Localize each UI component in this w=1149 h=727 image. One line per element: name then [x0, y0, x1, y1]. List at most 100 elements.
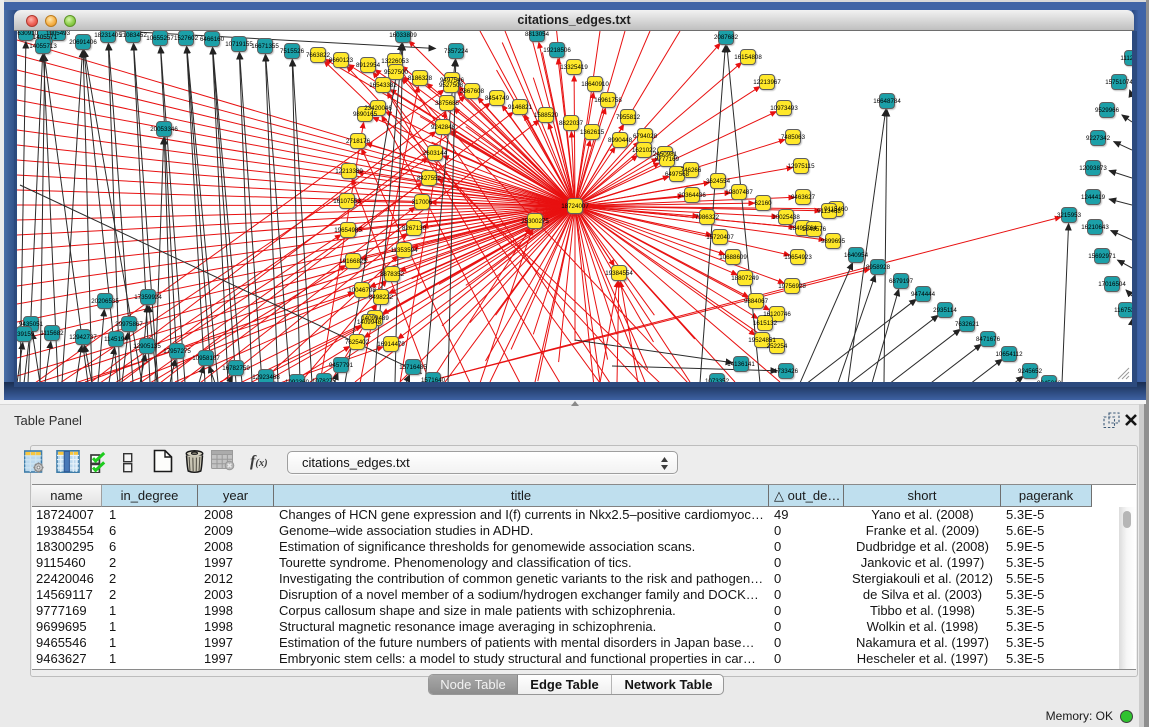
svg-text:9890165: 9890165 — [353, 111, 378, 118]
svg-text:8822037: 8822037 — [559, 120, 584, 127]
svg-text:13325419: 13325419 — [560, 64, 588, 71]
svg-text:16210643: 16210643 — [1081, 224, 1109, 231]
svg-text:12213967: 12213967 — [753, 79, 781, 86]
svg-text:1905493: 1905493 — [46, 31, 71, 37]
svg-text:1362615: 1362615 — [580, 129, 605, 136]
svg-text:16154808: 16154808 — [734, 54, 762, 61]
svg-text:1073352: 1073352 — [705, 378, 730, 382]
svg-text:10807487: 10807487 — [725, 189, 753, 196]
svg-text:9463627: 9463627 — [791, 194, 816, 201]
svg-text:10046708: 10046708 — [348, 287, 376, 294]
svg-text:16914479: 16914479 — [377, 341, 405, 348]
svg-text:16120746: 16120746 — [763, 311, 791, 318]
svg-text:1849576: 1849576 — [802, 226, 827, 233]
svg-text:2603144: 2603144 — [423, 150, 448, 157]
svg-text:16782759: 16782759 — [222, 365, 250, 372]
svg-text:8912954: 8912954 — [356, 62, 381, 69]
svg-text:20053346: 20053346 — [150, 126, 178, 133]
svg-text:9474444: 9474444 — [911, 291, 936, 298]
svg-text:10655257: 10655257 — [146, 35, 174, 42]
svg-text:10654112: 10654112 — [995, 351, 1023, 358]
svg-text:6794028: 6794028 — [633, 133, 658, 140]
svg-text:9777169: 9777169 — [655, 156, 680, 163]
svg-text:10719155: 10719155 — [225, 41, 253, 48]
svg-text:11353594: 11353594 — [390, 247, 418, 254]
svg-text:18807249: 18807249 — [731, 275, 759, 282]
svg-text:12093873: 12093873 — [1079, 165, 1107, 172]
svg-text:9435051: 9435051 — [19, 321, 44, 328]
svg-text:1588520: 1588520 — [534, 112, 559, 119]
svg-text:1527602: 1527602 — [174, 35, 199, 42]
svg-text:15716485: 15716485 — [399, 364, 427, 371]
svg-text:8454749: 8454749 — [485, 95, 510, 102]
svg-text:1092360: 1092360 — [285, 379, 310, 382]
svg-text:19756928: 19756928 — [778, 283, 806, 290]
svg-text:746266: 746266 — [681, 167, 702, 174]
svg-text:39975867: 39975867 — [115, 321, 143, 328]
svg-text:2718176: 2718176 — [346, 138, 371, 145]
svg-text:12213389: 12213389 — [335, 168, 363, 175]
svg-text:1244419: 1244419 — [1081, 194, 1106, 201]
svg-text:16648784: 16648784 — [873, 98, 901, 105]
svg-text:7515526: 7515526 — [280, 48, 305, 55]
svg-text:19654923: 19654923 — [784, 254, 812, 261]
svg-text:7632621: 7632621 — [955, 321, 980, 328]
svg-text:17359924: 17359924 — [134, 294, 162, 301]
svg-text:19218506: 19218506 — [543, 47, 571, 54]
svg-text:15720407: 15720407 — [706, 234, 734, 241]
svg-text:9527500: 9527500 — [384, 69, 409, 76]
svg-text:62160: 62160 — [754, 200, 772, 207]
svg-text:19166825: 19166825 — [339, 258, 367, 265]
svg-text:9245652: 9245652 — [1018, 368, 1043, 375]
svg-text:6466160: 6466160 — [200, 36, 225, 43]
svg-text:6879197: 6879197 — [889, 278, 914, 285]
svg-text:8878352: 8878352 — [380, 271, 405, 278]
svg-text:3624554: 3624554 — [706, 178, 731, 185]
svg-text:9227342: 9227342 — [1086, 135, 1111, 142]
svg-text:20364436: 20364436 — [678, 192, 706, 199]
svg-text:9245012: 9245012 — [1037, 380, 1062, 382]
svg-text:9899695: 9899695 — [821, 238, 846, 245]
svg-text:1115682: 1115682 — [40, 330, 64, 337]
svg-text:9457791: 9457791 — [329, 362, 354, 369]
svg-text:18231405: 18231405 — [94, 32, 122, 39]
svg-text:2087682: 2087682 — [714, 34, 739, 41]
svg-text:1145194: 1145194 — [104, 336, 128, 343]
svg-text:1078275: 1078275 — [312, 378, 337, 382]
svg-text:21083452: 21083452 — [119, 32, 147, 39]
svg-text:1112843: 1112843 — [1120, 55, 1132, 62]
svg-text:15751074: 15751074 — [1105, 79, 1132, 86]
svg-text:8186328: 8186328 — [408, 75, 433, 82]
svg-text:12942737: 12942737 — [69, 334, 97, 341]
svg-text:7485063: 7485063 — [781, 134, 806, 141]
svg-text:8498222: 8498222 — [369, 294, 394, 301]
svg-text:16543382: 16543382 — [369, 82, 397, 89]
svg-text:1571640: 1571640 — [421, 377, 446, 382]
svg-text:8267130: 8267130 — [402, 225, 427, 232]
svg-text:17957275: 17957275 — [163, 348, 191, 355]
svg-text:16107553: 16107553 — [333, 198, 361, 205]
svg-text:9529966: 9529966 — [1095, 107, 1120, 114]
svg-text:12905135: 12905135 — [133, 343, 161, 350]
svg-text:9113468: 9113468 — [817, 208, 841, 215]
svg-text:10025438: 10025438 — [772, 214, 800, 221]
svg-text:939159: 939159 — [17, 331, 35, 338]
svg-text:16033809: 16033809 — [389, 32, 417, 39]
svg-text:3875685: 3875685 — [435, 100, 460, 107]
svg-text:1733426: 1733426 — [774, 368, 799, 375]
svg-text:252254: 252254 — [767, 343, 788, 350]
svg-text:1409948: 1409948 — [357, 319, 382, 326]
svg-text:14055713: 14055713 — [29, 43, 57, 50]
svg-text:18640910: 18640910 — [581, 81, 609, 88]
svg-text:3215953: 3215953 — [1057, 212, 1082, 219]
svg-text:10973493: 10973493 — [770, 105, 798, 112]
svg-text:9884067: 9884067 — [744, 298, 769, 305]
svg-text:8427552: 8427552 — [417, 175, 442, 182]
svg-text:8813054: 8813054 — [525, 31, 550, 38]
svg-text:7986322: 7986322 — [695, 214, 720, 221]
svg-text:13226053: 13226053 — [381, 58, 409, 65]
svg-text:15692971: 15692971 — [1088, 253, 1116, 260]
svg-text:317006: 317006 — [412, 199, 433, 206]
svg-text:10688609: 10688609 — [719, 254, 747, 261]
svg-text:25300275: 25300275 — [521, 218, 549, 225]
